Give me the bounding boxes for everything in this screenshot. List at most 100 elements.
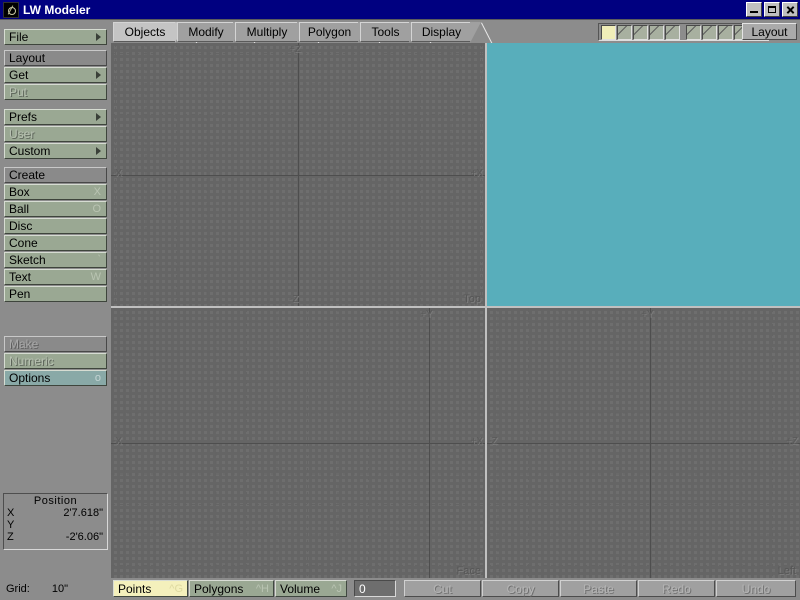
sidebar-button-file[interactable]: File (4, 29, 107, 45)
selection-mode-label: Volume (280, 581, 321, 596)
layout-button[interactable]: Layout (742, 23, 797, 40)
sidebar-item-label: Text (9, 270, 32, 284)
sidebar-button-user: User (4, 126, 107, 142)
axis-label-right: +X (470, 168, 483, 179)
sidebar-group-layout-group: Layout Get Put (4, 50, 107, 101)
viewport-label-face: Face (456, 565, 481, 577)
lightwave-icon (3, 1, 19, 18)
sidebar-item-shortcut: o (94, 372, 101, 384)
tab-label: Tools (371, 25, 400, 39)
position-axis-x-label: X (7, 507, 15, 519)
sidebar-group-file-group: File (4, 29, 107, 46)
sidebar-button-put: Put (4, 84, 107, 100)
layer-box-6[interactable] (686, 24, 701, 40)
sidebar-button-get[interactable]: Get (4, 67, 107, 83)
sidebar-item-shortcut: W (90, 271, 101, 283)
axis-label-right: +Z (786, 436, 798, 447)
tab-modify[interactable]: Modify (177, 22, 256, 45)
position-axis-x-value: 2'7.618" (63, 507, 103, 519)
viewport-top[interactable]: -X +X +Z -Z Top (111, 43, 485, 306)
tab-label: Multiply (246, 25, 288, 39)
selection-mode-label: Points (118, 581, 152, 596)
status-bar: Grid: 10" Points ^G Polygons ^H Volume ^J 0 Cut… (0, 578, 800, 600)
tab-label: Modify (188, 25, 224, 39)
position-axis-z-value: -2'6.06" (65, 531, 103, 543)
sidebar-item-label: Create (9, 168, 46, 182)
sidebar-header-layout: Layout (4, 50, 107, 66)
layer-box-2[interactable] (617, 24, 632, 40)
tab-display[interactable]: Display (411, 22, 493, 45)
position-axis-z-label: Z (7, 531, 14, 543)
selection-mode-shortcut: ^G (169, 582, 183, 595)
tab-tools[interactable]: Tools (360, 22, 432, 45)
selection-count-field[interactable]: 0 (354, 580, 396, 597)
layer-empty-slash-icon (650, 25, 662, 38)
sidebar-item-label: Custom (9, 144, 51, 158)
layer-box-3[interactable] (633, 24, 648, 40)
tab-objects[interactable]: Objects (113, 22, 198, 45)
sidebar-button-pen[interactable]: Pen (4, 286, 107, 302)
sidebar-item-label: Put (9, 85, 28, 99)
layer-box-8[interactable] (718, 24, 733, 40)
selection-mode-shortcut: ^H (255, 582, 269, 595)
viewport-face[interactable]: -X +X +Y Face (111, 308, 485, 578)
sidebar-item-label: User (9, 127, 35, 141)
tab-slant (470, 22, 481, 43)
layer-box-1[interactable] (601, 24, 616, 40)
tab-label: Display (421, 25, 462, 39)
sidebar-button-sketch[interactable]: Sketch ` (4, 252, 107, 268)
layer-empty-slash-icon (634, 25, 646, 38)
edit-button-undo: Undo (716, 580, 796, 597)
sidebar-item-shortcut: ` (97, 254, 101, 266)
sidebar-item-label: Cone (9, 236, 38, 250)
selection-mode-points[interactable]: Points ^G (113, 580, 188, 597)
window-controls (746, 2, 798, 17)
layer-box-7[interactable] (702, 24, 717, 40)
sidebar-item-label: Sketch (9, 253, 46, 267)
sidebar-item-label: Make (9, 337, 39, 351)
viewport-perspective[interactable] (487, 43, 800, 306)
sidebar-button-options[interactable]: Options o (4, 370, 107, 386)
sidebar-item-label: Options (9, 371, 51, 385)
minimize-button[interactable] (746, 2, 762, 17)
tab-polygon[interactable]: Polygon (299, 22, 381, 45)
layer-box-5[interactable] (665, 24, 680, 40)
selection-mode-polygons[interactable]: Polygons ^H (189, 580, 274, 597)
position-row-x: X 2'7.618" (4, 507, 107, 519)
layer-empty-slash-icon (666, 25, 678, 38)
sidebar-button-ball[interactable]: Ball O (4, 201, 107, 217)
sidebar-button-cone[interactable]: Cone (4, 235, 107, 251)
sidebar-item-label: Disc (9, 219, 33, 233)
axis-label-top: +Y (641, 309, 654, 320)
axis-label-left: -X (112, 436, 122, 447)
sidebar-group-create-group: Create Box X Ball O Disc Cone Sketch ` Text W Pen (4, 167, 107, 303)
grid-value: 10" (51, 582, 68, 595)
sidebar-button-numeric: Numeric (4, 353, 107, 369)
chevron-right-icon (96, 113, 101, 121)
viewport-left[interactable]: -Z +Z +Y Left (487, 308, 800, 578)
selection-mode-volume[interactable]: Volume ^J (275, 580, 347, 597)
edit-button-redo: Redo (638, 580, 715, 597)
chevron-right-icon (96, 33, 101, 41)
tab-strip: Objects Modify Multiply Polygon Tools Display… (111, 21, 800, 45)
maximize-button[interactable] (764, 2, 780, 17)
sidebar-button-text[interactable]: Text W (4, 269, 107, 285)
tab-multiply[interactable]: Multiply (235, 22, 320, 45)
sidebar-item-label: Numeric (9, 354, 54, 368)
close-button[interactable] (782, 2, 798, 17)
sidebar-item-label: Get (9, 68, 29, 82)
axis-label-right: +X (470, 436, 483, 447)
sidebar-button-prefs[interactable]: Prefs (4, 109, 107, 125)
axis-label-bottom: -Z (289, 294, 299, 305)
title-bar: LW Modeler (0, 0, 800, 20)
sidebar-button-disc[interactable]: Disc (4, 218, 107, 234)
sidebar-header-make: Make (4, 336, 107, 352)
grid-readout: Grid: 10" (4, 580, 108, 597)
sidebar-item-label: Layout (9, 51, 46, 65)
position-row-y: Y (4, 519, 107, 531)
viewport-label-top: Top (463, 293, 481, 305)
layer-box-4[interactable] (649, 24, 664, 40)
sidebar-button-box[interactable]: Box X (4, 184, 107, 200)
sidebar-button-custom[interactable]: Custom (4, 143, 107, 159)
selection-mode-shortcut: ^J (331, 582, 342, 595)
